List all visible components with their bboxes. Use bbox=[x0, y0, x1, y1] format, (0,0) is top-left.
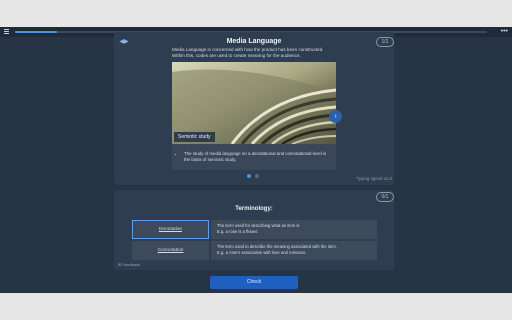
lesson-title: Media Language bbox=[226, 38, 282, 45]
typing-speed-label[interactable]: Typing speed x1.0 bbox=[340, 176, 392, 181]
lesson-intro: Media Language is concerned with how the… bbox=[172, 47, 342, 59]
lesson-counter-badge: 1/1 bbox=[376, 37, 394, 47]
intro-line: Within this, codes are used to create me… bbox=[172, 53, 301, 58]
term-definition: The term used for describing what an ite… bbox=[211, 220, 377, 239]
feedback-link[interactable]: ✉ Feedback bbox=[118, 262, 140, 267]
term-definition: The term used to describe the meaning as… bbox=[211, 241, 377, 260]
bullet-item: The study of media language on a denotat… bbox=[184, 151, 332, 163]
term-row: Denotation The term used for describing … bbox=[132, 220, 377, 239]
terminology-heading: Terminology: bbox=[235, 206, 273, 212]
terminology-counter-badge: 0/1 bbox=[376, 192, 394, 202]
definition-line: E.g. a rose is a flower. bbox=[217, 229, 259, 234]
collapse-panel-icon[interactable]: ◀▶ bbox=[118, 38, 130, 47]
bullet-panel: The study of media language on a denotat… bbox=[172, 144, 336, 170]
image-caption: Semiotic study bbox=[174, 132, 215, 142]
definition-line: E.g. a rose's association with love and … bbox=[217, 250, 307, 255]
next-slide-button[interactable]: › bbox=[329, 110, 342, 123]
book-pages-image: Semiotic study bbox=[172, 62, 336, 144]
term-denotation-option[interactable]: Denotation bbox=[132, 220, 209, 239]
term-connotation-option[interactable]: Connotation bbox=[132, 241, 209, 260]
lesson-progress-fill bbox=[15, 31, 58, 33]
check-button[interactable]: Check bbox=[210, 276, 298, 289]
slide-pagination bbox=[246, 174, 264, 179]
pagination-dot-active[interactable] bbox=[247, 174, 251, 178]
pagination-dot[interactable] bbox=[255, 174, 259, 178]
ellipsis-icon[interactable]: ••• bbox=[501, 28, 508, 36]
hamburger-menu-icon[interactable] bbox=[4, 29, 9, 34]
term-row: Connotation The term used to describe th… bbox=[132, 241, 377, 260]
